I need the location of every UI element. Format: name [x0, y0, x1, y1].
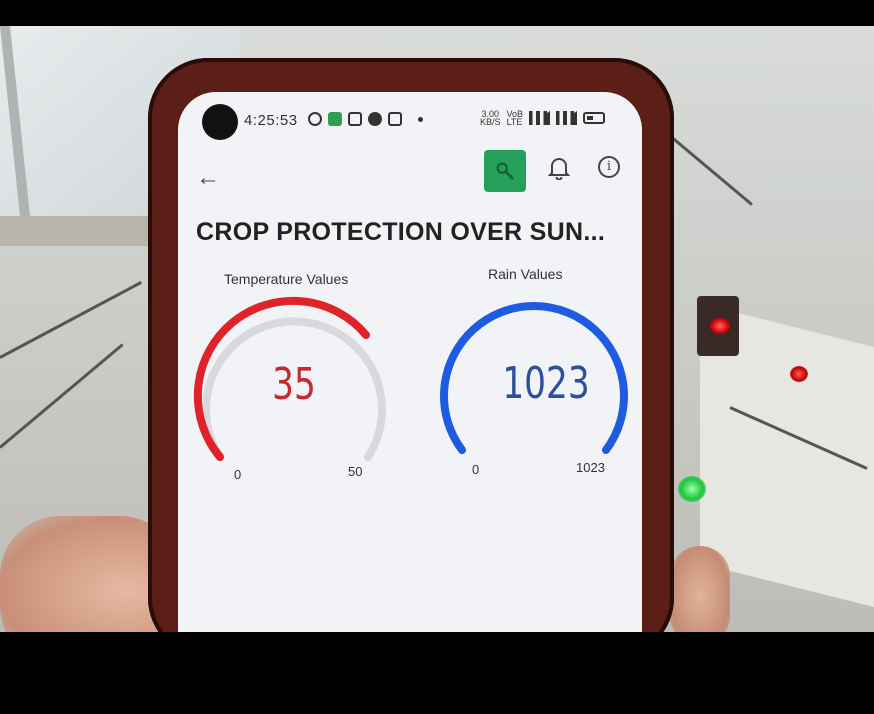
app-notification-icon: [328, 112, 342, 126]
green-led: [678, 476, 706, 502]
temperature-gauge: Temperature Values 35 0 50: [188, 267, 398, 487]
video-letterbox-bottom: [0, 632, 874, 714]
bell-icon[interactable]: [548, 156, 570, 180]
network-speed-unit: KB/S: [480, 117, 501, 127]
instagram-icon: [348, 112, 362, 126]
system-icons: 3.00 KB/S VoB LTE: [480, 109, 605, 127]
gallery-icon: [388, 112, 402, 126]
arrow-left-icon[interactable]: ←: [196, 164, 220, 192]
signal-icon: [528, 111, 550, 125]
rain-gauge-value: 1023: [502, 358, 590, 409]
temperature-gauge-max: 50: [348, 464, 363, 479]
temperature-gauge-min: 0: [234, 467, 242, 482]
wrench-icon: [496, 162, 514, 180]
red-led-2: [790, 366, 808, 382]
status-time: 4:25:53: [244, 112, 298, 129]
red-led: [710, 318, 730, 334]
app-bar: ← i: [178, 148, 642, 208]
battery-icon: [582, 112, 605, 124]
page-title: CROP PROTECTION OVER SUN...: [196, 218, 606, 246]
temperature-gauge-value: 35: [272, 359, 316, 410]
temperature-gauge-label: Temperature Values: [224, 271, 349, 287]
hand-right: [670, 546, 730, 632]
rain-gauge-max: 1023: [576, 460, 605, 475]
network-speed: 3.00 KB/S: [480, 110, 501, 127]
media-icon: [368, 112, 382, 126]
more-notifications-dot: [418, 116, 423, 122]
whatsapp-icon: [308, 112, 322, 126]
info-icon[interactable]: i: [598, 156, 620, 178]
front-camera: [202, 104, 238, 140]
phone-screen: 4:25:53 3.00 KB/S VoB LTE ← i CROP PROTE…: [178, 92, 642, 632]
notification-icons: [308, 112, 423, 126]
rain-gauge-label: Rain Values: [488, 266, 563, 282]
rain-gauge: Rain Values 1023 0 1023: [426, 262, 636, 482]
signal-icon-2: [555, 111, 577, 125]
status-bar: 4:25:53 3.00 KB/S VoB LTE: [178, 92, 642, 148]
volte-indicator: VoB LTE: [506, 109, 524, 127]
rain-gauge-min: 0: [472, 462, 480, 477]
wrench-button[interactable]: [484, 150, 526, 192]
background-wire-3: [0, 343, 124, 449]
video-letterbox-top: [0, 0, 874, 26]
